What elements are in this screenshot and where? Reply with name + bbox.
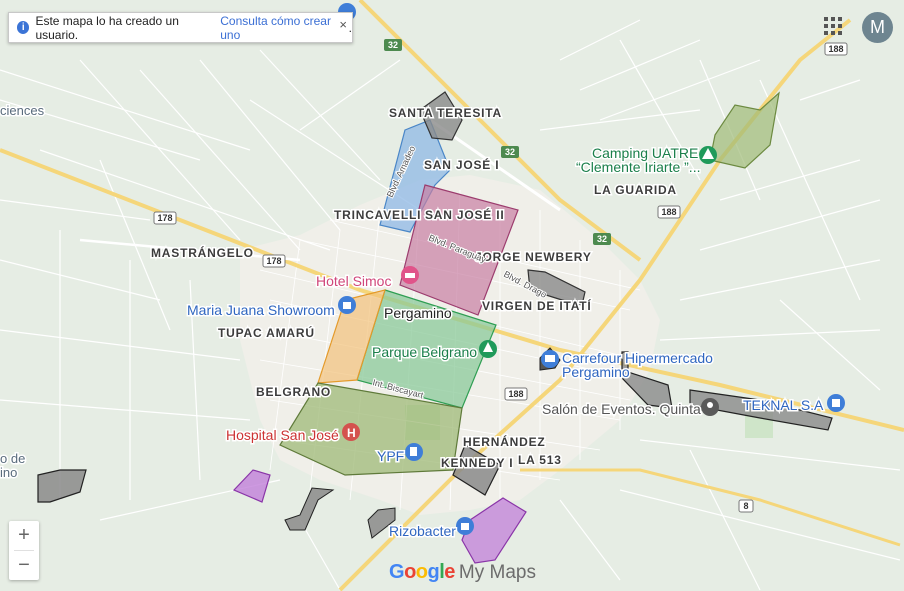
poi-label-maria-juana: Maria Juana Showroom — [187, 302, 335, 318]
avatar[interactable]: M — [862, 12, 893, 43]
zoom-controls: + − — [9, 521, 39, 580]
city-label-pergamino: Pergamino — [384, 305, 452, 321]
poi-label-camping-2: “Clemente Iriarte ”... — [576, 159, 700, 175]
place-label-la-guarida: LA GUARIDA — [594, 183, 677, 197]
zoom-out-button[interactable]: − — [9, 551, 39, 580]
place-label-mastrangelo: MASTRÁNGELO — [151, 245, 254, 260]
logo-letter: e — [444, 561, 455, 583]
place-label-tupac-amaru: TUPAC AMARÚ — [218, 325, 315, 340]
poi-label-hotel: Hotel Simoc — [316, 273, 391, 289]
place-label-ciences: ciences — [0, 103, 45, 118]
route-shield-label: 8 — [743, 501, 748, 511]
place-label-la-513: LA 513 — [518, 453, 562, 467]
place-label-san-jose-ii: SAN JOSÉ II — [425, 207, 505, 222]
route-shield-label: 178 — [266, 256, 281, 266]
notice-suffix: . — [348, 20, 352, 35]
poi-label-ypf: YPF — [377, 448, 404, 464]
route-shield-label: 188 — [828, 44, 843, 54]
poi-label-teknal: TEKNAL S.A — [743, 397, 824, 413]
place-label-san-jose-i: SAN JOSÉ I — [424, 157, 499, 172]
zoom-in-button[interactable]: + — [9, 521, 39, 550]
logo-letter: o — [404, 561, 416, 583]
place-label-left-de: o de — [0, 451, 25, 466]
svg-text:H: H — [347, 426, 356, 440]
notice-text: Este mapa lo ha creado un usuario. — [35, 13, 179, 42]
map-canvas[interactable]: 32 32 32 178 178 188 188 188 8 SANTA TER… — [0, 0, 904, 591]
route-shield-label: 32 — [505, 147, 515, 157]
route-shield-label: 32 — [388, 40, 398, 50]
poi-label-parque-belgrano: Parque Belgrano — [372, 344, 477, 360]
logo-letter: o — [415, 561, 428, 583]
logo-letter: g — [427, 561, 440, 583]
place-label-trincavelli: TRINCAVELLI — [334, 208, 421, 222]
route-shield-label: 188 — [661, 207, 676, 217]
place-label-santa-teresita: SANTA TERESITA — [389, 106, 502, 120]
poi-label-salon: Salón de Eventos. Quinta — [542, 401, 701, 417]
route-shield-label: 188 — [508, 389, 523, 399]
close-icon[interactable]: × — [339, 17, 347, 32]
route-shield-label: 178 — [157, 213, 172, 223]
info-icon: i — [17, 21, 30, 34]
logo-letter: G — [389, 561, 405, 583]
poi-salon[interactable]: Salón de Eventos. Quinta — [541, 398, 719, 419]
place-label-jorge-newbery: JORGE NEWBERY — [475, 250, 592, 264]
poi-label-carrefour-2: Pergamino — [562, 364, 630, 380]
create-map-link[interactable]: Consulta cómo crear uno — [220, 14, 348, 42]
poi-camping[interactable]: Camping UATRE “Clemente Iriarte ”... — [575, 144, 717, 177]
poi-label-rizobacter: Rizobacter — [389, 523, 456, 539]
place-label-hernandez: HERNÁNDEZ — [463, 434, 546, 449]
place-label-left-ino: ino — [0, 465, 17, 480]
user-map-notice: i Este mapa lo ha creado un usuario. Con… — [8, 12, 353, 43]
place-label-belgrano: BELGRANO — [256, 385, 331, 399]
my-maps-label: My Maps — [458, 562, 536, 583]
apps-grid-icon[interactable] — [824, 17, 842, 35]
place-label-virgen-itati: VIRGEN DE ITATÍ — [482, 298, 592, 313]
route-shield-label: 32 — [597, 234, 607, 244]
poi-label-hospital: Hospital San José — [226, 427, 339, 443]
place-label-kennedy-i: KENNEDY I — [441, 456, 513, 470]
google-my-maps-logo: Google My Maps — [389, 561, 536, 584]
